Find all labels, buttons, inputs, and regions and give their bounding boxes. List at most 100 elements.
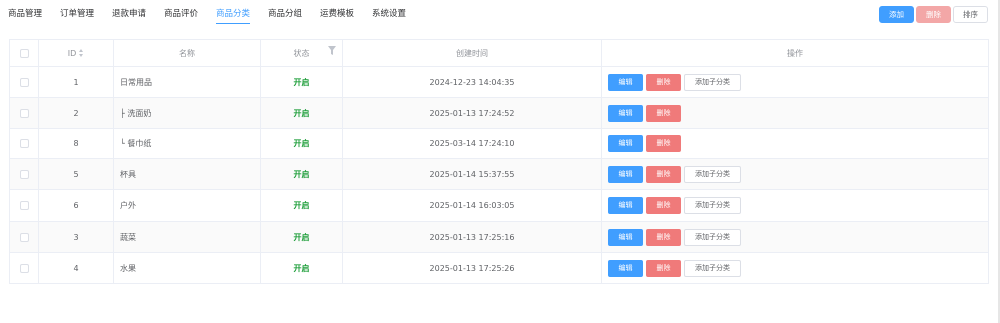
row-checkbox-cell [10,67,39,97]
header-status-label: 状态 [293,48,310,58]
cell-name: 户外 [114,190,261,221]
cell-name: └ 餐巾纸 [114,129,261,158]
top-nav-tabs: 商品管理 订单管理 退款申请 商品评价 商品分类 商品分组 运费模板 系统设置 [0,0,700,30]
tab-refund-requests[interactable]: 退款申请 [112,8,146,24]
cell-id: 6 [39,190,114,221]
select-all-checkbox[interactable] [19,48,29,58]
add-subcategory-button[interactable]: 添加子分类 [684,259,741,277]
header-actions: 操作 [602,40,988,66]
delete-row-button[interactable]: 删除 [646,165,681,183]
cell-status: 开启 [261,129,343,158]
tab-product-reviews[interactable]: 商品评价 [164,8,198,24]
edit-button[interactable]: 编辑 [608,165,643,183]
table-row: 5 杯具 开启 2025-01-14 15:37:55 编辑 删除 添加子分类 [10,159,988,190]
delete-row-button[interactable]: 删除 [646,197,681,214]
cell-actions: 编辑 删除 添加子分类 [602,222,988,252]
row-checkbox-cell [10,190,39,221]
cell-actions: 编辑 删除 添加子分类 [602,159,988,189]
add-subcategory-button[interactable]: 添加子分类 [684,197,741,214]
edit-button[interactable]: 编辑 [608,228,643,246]
add-button[interactable]: 添加 [879,6,914,23]
delete-row-button[interactable]: 删除 [646,135,681,152]
add-subcategory-button[interactable]: 添加子分类 [684,228,741,246]
status-label: 开启 [293,263,310,273]
cell-id: 1 [39,67,114,97]
cell-created: 2025-01-13 17:25:16 [343,222,602,252]
table-row: 8 └ 餐巾纸 开启 2025-03-14 17:24:10 编辑 删除 [10,129,988,159]
cell-created: 2025-01-14 15:37:55 [343,159,602,189]
edit-button[interactable]: 编辑 [608,135,643,152]
row-checkbox[interactable] [19,232,29,242]
cell-id: 4 [39,253,114,283]
cell-actions: 编辑 删除 [602,129,988,158]
tab-order-management[interactable]: 订单管理 [60,8,94,24]
row-checkbox-cell [10,253,39,283]
header-select-all [10,40,39,66]
edit-button[interactable]: 编辑 [608,197,643,214]
delete-button[interactable]: 删除 [916,6,951,23]
edit-button[interactable]: 编辑 [608,259,643,277]
cell-name: 杯具 [114,159,261,189]
delete-row-button[interactable]: 删除 [646,104,681,122]
add-subcategory-button[interactable]: 添加子分类 [684,165,741,183]
header-actions-label: 操作 [787,48,803,58]
row-checkbox[interactable] [19,108,29,118]
row-checkbox[interactable] [19,263,29,273]
tab-product-management[interactable]: 商品管理 [8,8,42,24]
row-checkbox[interactable] [19,77,29,87]
row-checkbox[interactable] [19,169,29,179]
cell-id: 2 [39,98,114,128]
delete-row-button[interactable]: 删除 [646,73,681,91]
row-checkbox[interactable] [19,139,29,148]
edit-button[interactable]: 编辑 [608,73,643,91]
cell-status: 开启 [261,222,343,252]
status-label: 开启 [293,232,310,242]
cell-created: 2024-12-23 14:04:35 [343,67,602,97]
tab-product-categories[interactable]: 商品分类 [216,8,251,24]
cell-created: 2025-01-14 16:03:05 [343,190,602,221]
cell-id: 8 [39,129,114,158]
edit-button[interactable]: 编辑 [608,104,643,122]
row-checkbox-cell [10,222,39,252]
header-status: 状态 [261,40,343,66]
cell-id: 5 [39,159,114,189]
status-label: 开启 [293,201,310,210]
status-label: 开启 [293,77,310,87]
row-checkbox[interactable] [19,201,29,210]
header-name-label: 名称 [179,48,195,58]
sort-button[interactable]: 排序 [953,6,988,23]
cell-status: 开启 [261,98,343,128]
row-checkbox-cell [10,159,39,189]
table-row: 3 蔬菜 开启 2025-01-13 17:25:16 编辑 删除 添加子分类 [10,222,988,253]
header-id[interactable]: ID [39,40,114,66]
filter-icon[interactable] [328,46,336,55]
table-row: 1 日常用品 开启 2024-12-23 14:04:35 编辑 删除 添加子分… [10,67,988,98]
delete-row-button[interactable]: 删除 [646,259,681,277]
category-table: ID 名称 状态 创建时间 操作 1 日常用品 开启 2024-12-23 14… [9,39,989,284]
status-label: 开启 [293,139,310,148]
row-checkbox-cell [10,98,39,128]
tab-product-groups[interactable]: 商品分组 [268,8,302,24]
cell-created: 2025-01-13 17:24:52 [343,98,602,128]
add-subcategory-button[interactable]: 添加子分类 [684,73,741,91]
cell-name: 蔬菜 [114,222,261,252]
delete-row-button[interactable]: 删除 [646,228,681,246]
status-label: 开启 [293,108,310,118]
row-checkbox-cell [10,129,39,158]
header-created-label: 创建时间 [456,48,488,58]
header-created: 创建时间 [343,40,602,66]
tab-system-settings[interactable]: 系统设置 [372,8,406,24]
table-row: 2 ├ 洗面奶 开启 2025-01-13 17:24:52 编辑 删除 [10,98,988,129]
tab-shipping-templates[interactable]: 运费模板 [320,8,354,24]
cell-status: 开启 [261,67,343,97]
cell-actions: 编辑 删除 添加子分类 [602,253,988,283]
cell-actions: 编辑 删除 添加子分类 [602,67,988,97]
table-row: 6 户外 开启 2025-01-14 16:03:05 编辑 删除 添加子分类 [10,190,988,222]
cell-status: 开启 [261,253,343,283]
page: 商品管理 订单管理 退款申请 商品评价 商品分类 商品分组 运费模板 系统设置 … [0,0,1000,323]
cell-name: ├ 洗面奶 [114,98,261,128]
sort-icon[interactable] [79,49,84,57]
cell-actions: 编辑 删除 [602,98,988,128]
cell-created: 2025-03-14 17:24:10 [343,129,602,158]
status-label: 开启 [293,169,310,179]
